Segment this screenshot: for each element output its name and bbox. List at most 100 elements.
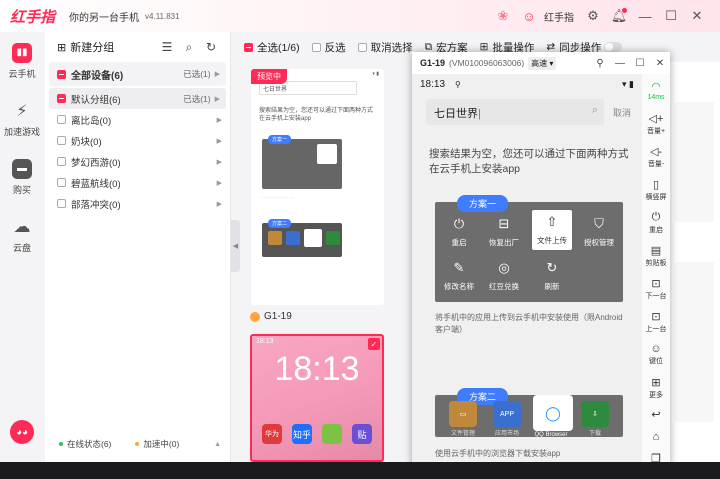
power-icon: ⏻ — [453, 216, 465, 231]
plan-item-factory-reset[interactable]: ⊟ 恢复出厂 — [484, 216, 524, 248]
bell-icon[interactable]: 🔔︎ — [606, 0, 632, 32]
phone-search-input[interactable]: 七日世界| ⌕ — [426, 99, 604, 125]
phone-screen[interactable]: 18:13 ⚲ ▾ ▮ 七日世界| ⌕ 取消 搜索结果为空，您还可以通过下面两种… — [412, 74, 642, 479]
qq-browser-icon[interactable]: ◯ — [533, 395, 573, 431]
select-all-checkbox[interactable] — [244, 42, 253, 52]
upload-icon: ⇧ — [546, 214, 558, 229]
invert-selection[interactable]: 反选 — [311, 40, 346, 55]
chevron-up-icon[interactable]: ▲ — [214, 441, 221, 448]
sync-toggle[interactable] — [604, 42, 623, 52]
nav-cloud-drive[interactable]: ☁ 云盘 — [0, 206, 44, 264]
device-name-g1-19[interactable]: G1-19 — [250, 311, 292, 322]
collapse-panel-handle[interactable]: ◀ — [231, 220, 240, 272]
plan-one: 方案一 ⏻ 重启 ⊟ 恢复出厂 ⇧ 文件上传 ⛉ 授权管理 ✎ 修改名称 ◎ 红豆兑换 ↻ 刷… — [435, 195, 623, 302]
invert-checkbox[interactable] — [311, 42, 321, 52]
plan-item-restart[interactable]: ⏻ 重启 — [439, 216, 479, 248]
mini-upload-highlight — [317, 144, 337, 164]
all-devices-checkbox[interactable] — [57, 69, 66, 79]
tool-volume-down[interactable]: ◁- 音量- — [642, 140, 670, 173]
cancel-selection[interactable]: 取消选择 — [357, 40, 413, 55]
online-status[interactable]: 在线状态(6) — [67, 438, 111, 450]
group-checkbox[interactable] — [57, 115, 66, 124]
device-status-icon — [250, 311, 260, 322]
tool-clipboard[interactable]: ▤ 剪贴板 — [642, 239, 670, 272]
status-footer: 在线状态(6) 加速中(0) ▲ — [45, 438, 231, 450]
chevron-right-icon: ▶ — [214, 95, 220, 103]
plan-item-bean-exchange[interactable]: ◎ 红豆兑换 — [484, 260, 524, 292]
control-side-toolbar: ◠ 14ms ◁+ 音量+ ◁- 音量- ▯ 横竖屏 ⏻ 重启 ▤ 剪贴板 ⊡ 下一台 ⊡ 上一… — [642, 74, 670, 479]
close-icon[interactable]: ✕ — [684, 0, 710, 32]
group-all-devices[interactable]: 全部设备(6) 已选(1) ▶ — [49, 62, 226, 86]
tool-next-device[interactable]: ⊡ 下一台 — [642, 272, 670, 305]
sort-icon[interactable]: ☰ — [156, 40, 178, 54]
device-card-selected[interactable]: 18:13 ✓ 18:13 华为 知乎 贴 — [250, 334, 384, 462]
user-icon[interactable]: ☺ — [516, 0, 542, 32]
mini-app-store-icon — [286, 231, 300, 245]
mascot-icon[interactable]: ◕◕ — [10, 420, 34, 444]
power-icon: ⏻ — [651, 210, 661, 223]
folder-icon[interactable]: ▭ — [449, 401, 477, 427]
reset-icon: ⊟ — [498, 216, 510, 231]
minimize-icon[interactable]: — — [632, 0, 658, 32]
tool-restart[interactable]: ⏻ 重启 — [642, 206, 670, 239]
plan-item-file-upload[interactable]: ⇧ 文件上传 — [532, 210, 572, 250]
search-icon[interactable]: ⌕ — [178, 40, 200, 55]
group-checkbox[interactable] — [57, 178, 66, 187]
nav-buy[interactable]: ▬ 购买 — [0, 148, 44, 206]
nav-accelerate[interactable]: ⚡︎ 加速游戏 — [0, 90, 44, 148]
wifi-icon: ◠ — [651, 81, 661, 93]
group-item[interactable]: 奶块(0) ▶ — [45, 130, 230, 151]
tool-prev-device[interactable]: ⊡ 上一台 — [642, 305, 670, 338]
close-icon[interactable]: ✕ — [650, 58, 670, 69]
username[interactable]: 红手指 — [544, 9, 574, 24]
gift-icon[interactable]: ❀ — [490, 0, 516, 32]
app-store-icon[interactable]: APP — [493, 401, 521, 427]
group-checkbox[interactable] — [57, 157, 66, 166]
settings-icon[interactable]: ⚙ — [580, 0, 606, 32]
search-icon[interactable]: ⌕ — [592, 104, 598, 117]
plan-item-rename[interactable]: ✎ 修改名称 — [439, 260, 479, 292]
tool-rotate[interactable]: ▯ 横竖屏 — [642, 173, 670, 206]
quality-select[interactable]: 高速 ▾ — [528, 56, 557, 70]
group-item[interactable]: 碧蓝航线(0) ▶ — [45, 172, 230, 193]
default-group-checkbox[interactable] — [57, 94, 66, 103]
phone-cancel-button[interactable]: 取消 — [613, 106, 631, 119]
pin-icon[interactable]: ⚲ — [590, 58, 610, 69]
device-card-preview[interactable]: 预览中 ▾ ▮ 七日世界 搜索结果为空，您还可以通过下面两种方式在云手机上安装a… — [251, 69, 384, 305]
group-checkbox[interactable] — [57, 136, 66, 145]
group-item[interactable]: 离比岛(0) ▶ — [45, 109, 230, 130]
selected-check-icon[interactable]: ✓ — [368, 338, 380, 350]
download-icon[interactable]: ⇩ — [581, 401, 609, 427]
tool-keymap[interactable]: ☺ 键位 — [642, 338, 670, 371]
back-button[interactable]: ↩ — [642, 404, 670, 426]
plan-item-refresh[interactable]: ↻ 刷新 — [532, 260, 572, 292]
plan-item-authorization[interactable]: ⛉ 授权管理 — [579, 216, 619, 248]
mini-qq-browser-icon — [304, 229, 322, 247]
group-checkbox[interactable] — [57, 199, 66, 208]
group-item[interactable]: 梦幻西游(0) ▶ — [45, 151, 230, 172]
mini-status-icons: ▾ ▮ — [372, 71, 379, 77]
new-group-button[interactable]: 新建分组 — [70, 39, 114, 55]
refresh-icon: ↻ — [546, 260, 558, 275]
title-bar: 红手指 你的另一台手机 v4.11.831 ❀ ☺ 红手指 ⚙ 🔔︎ — ☐ ✕ — [0, 0, 720, 32]
cancel-checkbox[interactable] — [357, 42, 367, 52]
mini-plan-two: 方案二 — [262, 219, 342, 257]
keymap-icon: ☺ — [650, 343, 662, 355]
tool-volume-up[interactable]: ◁+ 音量+ — [642, 107, 670, 140]
tool-more[interactable]: ⊞ 更多 — [642, 371, 670, 404]
prev-device-icon: ⊡ — [651, 310, 661, 323]
maximize-icon[interactable]: ☐ — [630, 58, 650, 69]
maximize-icon[interactable]: ☐ — [658, 0, 684, 32]
group-default[interactable]: 默认分组(6) 已选(1) ▶ — [49, 88, 226, 109]
accelerating-status[interactable]: 加速中(0) — [143, 438, 179, 450]
group-header: ⊞ 新建分组 ☰ ⌕ ↻ — [45, 32, 230, 62]
chevron-right-icon: ▶ — [216, 200, 222, 208]
group-item[interactable]: 部落冲突(0) ▶ — [45, 193, 230, 214]
app-tagline: 你的另一台手机 — [69, 12, 140, 24]
select-all[interactable]: 全选(1/6) — [244, 40, 300, 55]
refresh-icon[interactable]: ↻ — [200, 40, 222, 54]
new-group-icon[interactable]: ⊞ — [57, 41, 66, 54]
nav-cloud-phone[interactable]: ▮▮ 云手机 — [0, 32, 44, 90]
minimize-icon[interactable]: — — [610, 58, 630, 69]
home-button[interactable]: ⌂ — [642, 426, 670, 448]
